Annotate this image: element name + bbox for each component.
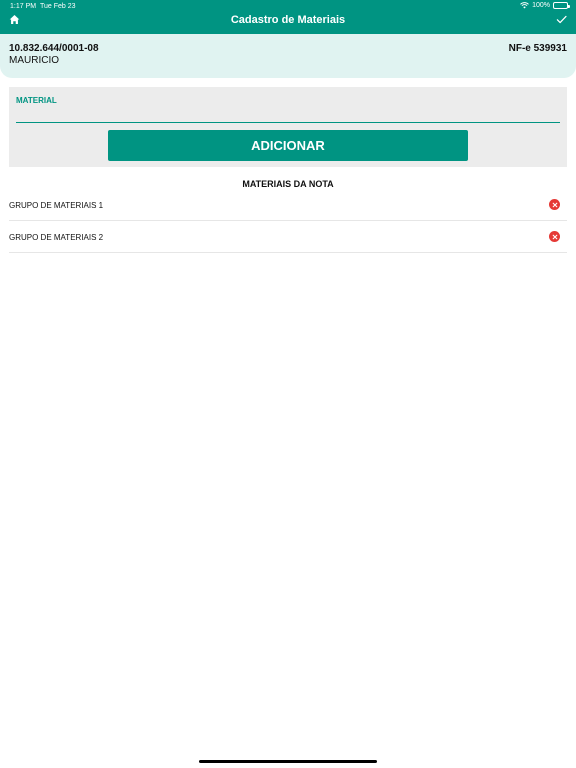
status-indicators: 100% <box>520 2 570 9</box>
material-form: MATERIAL ADICIONAR <box>9 87 567 167</box>
check-icon[interactable] <box>556 14 567 25</box>
materials-section-title: MATERIAIS DA NOTA <box>242 179 334 189</box>
supplier-name: MAURICIO <box>9 55 59 66</box>
list-item: GRUPO DE MATERIAIS 1 <box>9 189 567 221</box>
invoice-info-panel: 10.832.644/0001-08 MAURICIO NF-e 539931 <box>0 34 576 78</box>
battery-percent: 100% <box>532 2 550 9</box>
cnpj-text: 10.832.644/0001-08 <box>9 43 99 54</box>
list-item: GRUPO DE MATERIAIS 2 <box>9 221 567 253</box>
top-bar: 1:17 PM Tue Feb 23 100% Cadastro de Mate… <box>0 0 576 34</box>
materials-list: GRUPO DE MATERIAIS 1 GRUPO DE MATERIAIS … <box>9 189 567 253</box>
battery-icon <box>553 2 570 9</box>
list-item-label: GRUPO DE MATERIAIS 1 <box>9 201 104 210</box>
remove-icon[interactable] <box>549 199 560 210</box>
remove-icon[interactable] <box>549 231 560 242</box>
home-indicator[interactable] <box>199 760 377 763</box>
status-date: Tue Feb 23 <box>40 3 76 10</box>
page-title: Cadastro de Materiais <box>230 14 346 26</box>
status-time: 1:17 PM <box>10 3 37 10</box>
material-label: MATERIAL <box>16 96 57 105</box>
add-button[interactable]: ADICIONAR <box>108 130 468 161</box>
nfe-number: NF-e 539931 <box>508 43 567 54</box>
material-input[interactable] <box>16 105 560 123</box>
list-item-label: GRUPO DE MATERIAIS 2 <box>9 233 104 242</box>
wifi-icon <box>520 2 529 9</box>
